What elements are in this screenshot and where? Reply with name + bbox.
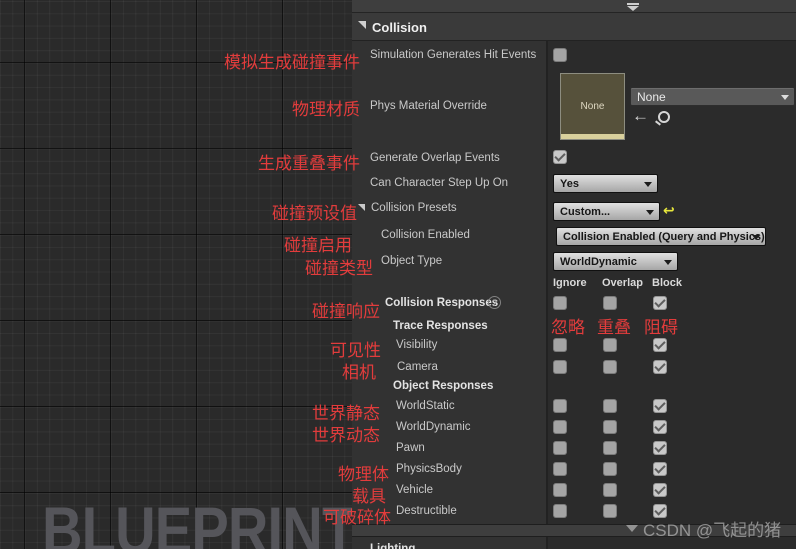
dropdown-arrow-icon	[752, 235, 760, 240]
annotation-sim-hit-events: 模拟生成碰撞事件	[224, 53, 360, 72]
sim-hit-events-checkbox[interactable]	[553, 48, 567, 62]
vehicle-overlap-checkbox[interactable]	[603, 483, 617, 497]
destructible-overlap-checkbox[interactable]	[603, 504, 617, 518]
phys-material-label: Phys Material Override	[370, 100, 487, 112]
sim-hit-events-label: Simulation Generates Hit Events	[370, 49, 537, 61]
camera-overlap-checkbox[interactable]	[603, 360, 617, 374]
browse-asset-icon[interactable]	[658, 111, 670, 123]
vehicle-block-checkbox[interactable]	[653, 483, 667, 497]
worldstatic-ignore-checkbox[interactable]	[553, 399, 567, 413]
annotation-destructible: 可破碎体	[323, 508, 391, 527]
response-row-worldstatic: WorldStatic	[396, 400, 455, 412]
annotation-camera: 相机	[342, 363, 376, 382]
collision-responses-label: Collision Responses	[385, 297, 499, 309]
annotation-presets: 碰撞预设值	[272, 204, 357, 223]
annotation-overlap: 重叠	[597, 318, 631, 337]
worlddynamic-ignore-checkbox[interactable]	[553, 420, 567, 434]
step-up-label: Can Character Step Up On	[370, 177, 509, 189]
collision-enabled-dropdown[interactable]: Collision Enabled (Query and Physics)	[556, 227, 766, 246]
object-type-value: WorldDynamic	[560, 255, 637, 268]
annotation-phys-material: 物理材质	[292, 100, 360, 119]
presets-expand-triangle-icon[interactable]	[358, 204, 365, 211]
object-type-label: Object Type	[381, 255, 443, 267]
destructible-ignore-checkbox[interactable]	[553, 504, 567, 518]
response-row-camera: Camera	[397, 361, 438, 373]
phys-material-thumbnail[interactable]: None	[560, 73, 625, 140]
help-question-icon[interactable]: ?	[488, 296, 501, 309]
label-column	[352, 41, 548, 524]
response-row-visibility: Visibility	[396, 339, 438, 351]
csdn-watermark-text: CSDN @飞起的猪	[643, 521, 782, 540]
worldstatic-block-checkbox[interactable]	[653, 399, 667, 413]
worldstatic-overlap-checkbox[interactable]	[603, 399, 617, 413]
response-row-destructible: Destructible	[396, 505, 457, 517]
collision-enabled-label: Collision Enabled	[381, 229, 470, 241]
phys-material-dropdown[interactable]: None	[630, 87, 795, 106]
annotation-worlddynamic: 世界动态	[312, 426, 380, 445]
responses-main-block-checkbox[interactable]	[653, 296, 667, 310]
annotation-overlap-events: 生成重叠事件	[258, 154, 360, 173]
collision-presets-dropdown[interactable]: Custom...	[553, 202, 660, 221]
thumbnail-none-text: None	[580, 101, 605, 112]
collapse-all-icon[interactable]	[627, 3, 639, 11]
physicsbody-ignore-checkbox[interactable]	[553, 462, 567, 476]
csdn-triangle-icon	[626, 525, 638, 532]
section-expand-triangle-icon[interactable]	[358, 21, 366, 29]
collision-enabled-value: Collision Enabled (Query and Physics)	[563, 230, 765, 243]
screenshot-root: BLUEPRINT Collision Simulation Generates…	[0, 0, 796, 549]
annotation-responses: 碰撞响应	[312, 302, 380, 321]
lighting-section-title: Lighting	[370, 543, 416, 549]
annotation-collision-enabled: 碰撞启用	[284, 236, 352, 255]
blueprint-watermark: BLUEPRINT	[42, 493, 356, 549]
dropdown-arrow-icon	[664, 260, 672, 265]
phys-material-value: None	[637, 89, 666, 104]
step-up-dropdown[interactable]: Yes	[553, 174, 658, 193]
annotation-object-type: 碰撞类型	[305, 259, 373, 278]
response-row-worlddynamic: WorldDynamic	[396, 421, 471, 433]
dropdown-arrow-icon	[781, 95, 789, 100]
visibility-ignore-checkbox[interactable]	[553, 338, 567, 352]
object-type-dropdown[interactable]: WorldDynamic	[553, 252, 678, 271]
section-title: Collision	[372, 20, 427, 35]
panel-top-bar	[352, 0, 796, 13]
pawn-ignore-checkbox[interactable]	[553, 441, 567, 455]
worlddynamic-overlap-checkbox[interactable]	[603, 420, 617, 434]
presets-value: Custom...	[560, 205, 611, 218]
column-header-ignore: Ignore	[553, 277, 587, 289]
physicsbody-block-checkbox[interactable]	[653, 462, 667, 476]
worlddynamic-block-checkbox[interactable]	[653, 420, 667, 434]
csdn-watermark: CSDN @飞起的猪	[626, 516, 781, 541]
camera-block-checkbox[interactable]	[653, 360, 667, 374]
overlap-events-checkbox[interactable]	[553, 150, 567, 164]
dropdown-arrow-icon	[646, 210, 654, 215]
response-row-pawn: Pawn	[396, 442, 425, 454]
pawn-overlap-checkbox[interactable]	[603, 441, 617, 455]
response-row-physicsbody: PhysicsBody	[396, 463, 462, 475]
visibility-block-checkbox[interactable]	[653, 338, 667, 352]
trace-responses-header: Trace Responses	[393, 320, 488, 332]
vehicle-ignore-checkbox[interactable]	[553, 483, 567, 497]
column-header-overlap: Overlap	[602, 277, 643, 289]
collision-presets-label: Collision Presets	[371, 202, 457, 214]
reset-to-default-icon[interactable]: ↩	[663, 202, 675, 219]
annotation-block: 阻碍	[644, 318, 678, 337]
physicsbody-overlap-checkbox[interactable]	[603, 462, 617, 476]
annotation-ignore: 忽略	[551, 318, 585, 337]
object-responses-header: Object Responses	[393, 380, 494, 392]
dropdown-arrow-icon	[644, 182, 652, 187]
response-row-vehicle: Vehicle	[396, 484, 434, 496]
pawn-block-checkbox[interactable]	[653, 441, 667, 455]
camera-ignore-checkbox[interactable]	[553, 360, 567, 374]
thumbnail-color-strip	[561, 134, 624, 139]
use-selected-asset-icon[interactable]: ←	[632, 106, 649, 126]
responses-main-ignore-checkbox[interactable]	[553, 296, 567, 310]
column-header-block: Block	[652, 277, 682, 289]
step-up-value: Yes	[560, 177, 579, 190]
responses-main-overlap-checkbox[interactable]	[603, 296, 617, 310]
visibility-overlap-checkbox[interactable]	[603, 338, 617, 352]
overlap-events-label: Generate Overlap Events	[370, 152, 500, 164]
